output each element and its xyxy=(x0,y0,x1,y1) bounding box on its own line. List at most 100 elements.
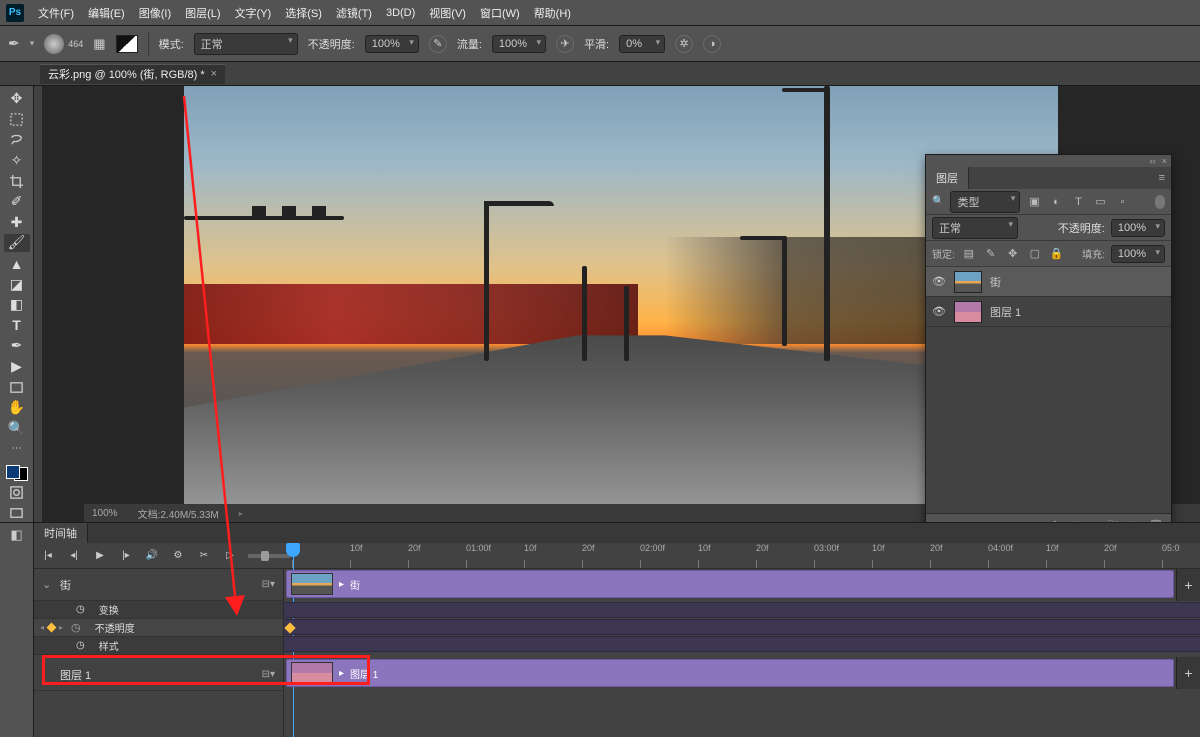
smoothing-options-icon[interactable]: ✲ xyxy=(675,35,693,53)
keyframe-diamond[interactable] xyxy=(284,622,295,633)
prev-frame-icon[interactable]: ◂| xyxy=(66,548,82,564)
document-tab[interactable]: 云彩.png @ 100% (街, RGB/8) * × xyxy=(40,64,225,84)
menu-edit[interactable]: 编辑(E) xyxy=(88,5,125,21)
first-frame-icon[interactable]: |◂ xyxy=(40,548,56,564)
shape-tool[interactable] xyxy=(4,378,30,396)
blend-mode-select[interactable]: 正常 xyxy=(194,33,298,55)
panel-menu-icon[interactable]: ≡ xyxy=(1159,172,1165,184)
track-options-icon[interactable]: ⊟▾ xyxy=(262,579,275,590)
brush-panel-icon[interactable]: ▦ xyxy=(93,36,105,52)
layer-name[interactable]: 图层 1 xyxy=(990,304,1021,320)
track-property-row[interactable]: ◷ 样式 xyxy=(34,637,283,655)
eyedropper-tool[interactable]: ✐ xyxy=(4,193,30,211)
timeline-ruler[interactable]: 010f20f01:00f10f20f02:00f10f20f03:00f10f… xyxy=(284,543,1200,569)
hand-tool[interactable]: ✋ xyxy=(4,399,30,417)
move-tool[interactable]: ✥ xyxy=(4,90,30,108)
lasso-tool[interactable] xyxy=(4,131,30,149)
menu-image[interactable]: 图像(I) xyxy=(139,5,171,21)
track-options-icon[interactable]: ⊟▾ xyxy=(262,669,275,680)
track-property-row[interactable]: ◂ ▸ ◷ 不透明度 xyxy=(34,619,283,637)
menu-layer[interactable]: 图层(L) xyxy=(185,5,220,21)
close-panel-icon[interactable]: × xyxy=(1162,156,1167,166)
smoothing-field[interactable]: 0% xyxy=(619,35,665,53)
stopwatch-icon[interactable]: ◷ xyxy=(71,621,81,634)
marquee-tool[interactable] xyxy=(4,111,30,129)
stopwatch-icon[interactable]: ◷ xyxy=(76,604,85,615)
flow-field[interactable]: 100% xyxy=(492,35,546,53)
transition-icon[interactable]: ▷ xyxy=(222,548,238,564)
layer-row[interactable]: 👁 街 xyxy=(926,267,1171,297)
eraser-tool[interactable]: ◪ xyxy=(4,275,30,293)
timeline-tabwell-icon[interactable]: ◧ xyxy=(10,527,22,543)
layer-row[interactable]: 👁 图层 1 xyxy=(926,297,1171,327)
type-tool[interactable]: T xyxy=(4,317,30,335)
layer-opacity-value[interactable]: 100% xyxy=(1111,219,1165,237)
mask-mode-icon[interactable] xyxy=(4,484,30,502)
track-header[interactable]: ⌄ 街 ⊟▾ xyxy=(34,569,283,601)
track-header[interactable]: › 图层 1 ⊟▾ xyxy=(34,659,283,691)
expand-track-icon[interactable]: › xyxy=(42,669,52,681)
layer-filter-type[interactable]: 类型 xyxy=(950,191,1020,213)
brush-tool-icon[interactable]: ✒ xyxy=(8,35,20,52)
screen-mode-icon[interactable] xyxy=(4,504,30,522)
menu-select[interactable]: 选择(S) xyxy=(285,5,322,21)
filter-type-icon[interactable]: T xyxy=(1070,194,1086,210)
split-icon[interactable]: ✂ xyxy=(196,548,212,564)
zoom-tool[interactable]: 🔍 xyxy=(4,420,30,438)
menu-filter[interactable]: 滤镜(T) xyxy=(336,5,372,21)
next-frame-icon[interactable]: |▸ xyxy=(118,548,134,564)
video-clip[interactable]: ▸图层 1 xyxy=(286,659,1174,687)
track-name[interactable]: 图层 1 xyxy=(60,667,91,683)
layers-panel[interactable]: ‹‹ × 图层 ≡ 🔍 类型 ▣ ◐ T ▭ ▫ 正常 不透明度: 100% 锁… xyxy=(925,154,1172,538)
menu-file[interactable]: 文件(F) xyxy=(38,5,74,21)
lock-artboard-icon[interactable]: ▢ xyxy=(1027,246,1043,262)
pen-tool[interactable]: ✒ xyxy=(4,337,30,355)
crop-tool[interactable] xyxy=(4,172,30,190)
mute-icon[interactable]: 🔊 xyxy=(144,548,160,564)
expand-track-icon[interactable]: ⌄ xyxy=(42,578,52,591)
pressure-size-icon[interactable]: ◑ xyxy=(703,35,721,53)
stamp-tool[interactable]: ▲ xyxy=(4,255,30,273)
more-tools[interactable]: ⋯ xyxy=(4,440,30,458)
menu-view[interactable]: 视图(V) xyxy=(429,5,466,21)
path-select-tool[interactable]: ▶ xyxy=(4,358,30,376)
layer-blend-mode[interactable]: 正常 xyxy=(932,217,1018,239)
close-tab-icon[interactable]: × xyxy=(211,68,217,80)
heal-tool[interactable]: ✚ xyxy=(4,214,30,232)
layer-thumb[interactable] xyxy=(954,271,982,293)
lock-all-icon[interactable]: 🔒 xyxy=(1049,246,1065,262)
zoom-level[interactable]: 100% xyxy=(92,508,118,519)
menu-help[interactable]: 帮助(H) xyxy=(534,5,571,21)
filter-shape-icon[interactable]: ▭ xyxy=(1092,194,1108,210)
magic-wand-tool[interactable]: ✧ xyxy=(4,152,30,170)
opacity-field[interactable]: 100% xyxy=(365,35,419,53)
filter-toggle-icon[interactable] xyxy=(1155,195,1165,209)
airbrush-icon[interactable]: ✈ xyxy=(556,35,574,53)
stopwatch-icon[interactable]: ◷ xyxy=(76,640,85,651)
pressure-opacity-icon[interactable]: ✎ xyxy=(429,35,447,53)
video-clip[interactable]: ▸街 xyxy=(286,570,1174,598)
prev-keyframe-icon[interactable]: ◂ xyxy=(40,623,44,632)
lock-pos-icon[interactable]: ✥ xyxy=(1005,246,1021,262)
brush-tool[interactable]: 🖌 xyxy=(4,234,30,252)
add-keyframe-icon[interactable] xyxy=(47,623,57,633)
track-property-row[interactable]: ◷ 变换 xyxy=(34,601,283,619)
menu-type[interactable]: 文字(Y) xyxy=(235,5,272,21)
collapse-panel-icon[interactable]: ‹‹ xyxy=(1150,156,1156,166)
filter-smart-icon[interactable]: ▫ xyxy=(1114,194,1130,210)
visibility-icon[interactable]: 👁 xyxy=(932,305,946,318)
gradient-tool[interactable]: ◧ xyxy=(4,296,30,314)
timeline-tab[interactable]: 时间轴 xyxy=(34,523,88,543)
brush-preset-thumb[interactable] xyxy=(44,34,64,54)
play-icon[interactable]: ▶ xyxy=(92,548,108,564)
add-media-button[interactable]: + xyxy=(1176,569,1200,601)
filter-pixel-icon[interactable]: ▣ xyxy=(1026,194,1042,210)
doc-info[interactable]: 文档:2.40M/5.33M xyxy=(138,506,219,521)
playhead[interactable] xyxy=(286,543,300,557)
brush-size-value[interactable]: 464 xyxy=(68,39,83,49)
visibility-icon[interactable]: 👁 xyxy=(932,275,946,288)
layers-tab[interactable]: 图层 xyxy=(926,167,969,189)
add-media-button[interactable]: + xyxy=(1176,657,1200,689)
lock-paint-icon[interactable]: ✎ xyxy=(983,246,999,262)
menu-window[interactable]: 窗口(W) xyxy=(480,5,520,21)
